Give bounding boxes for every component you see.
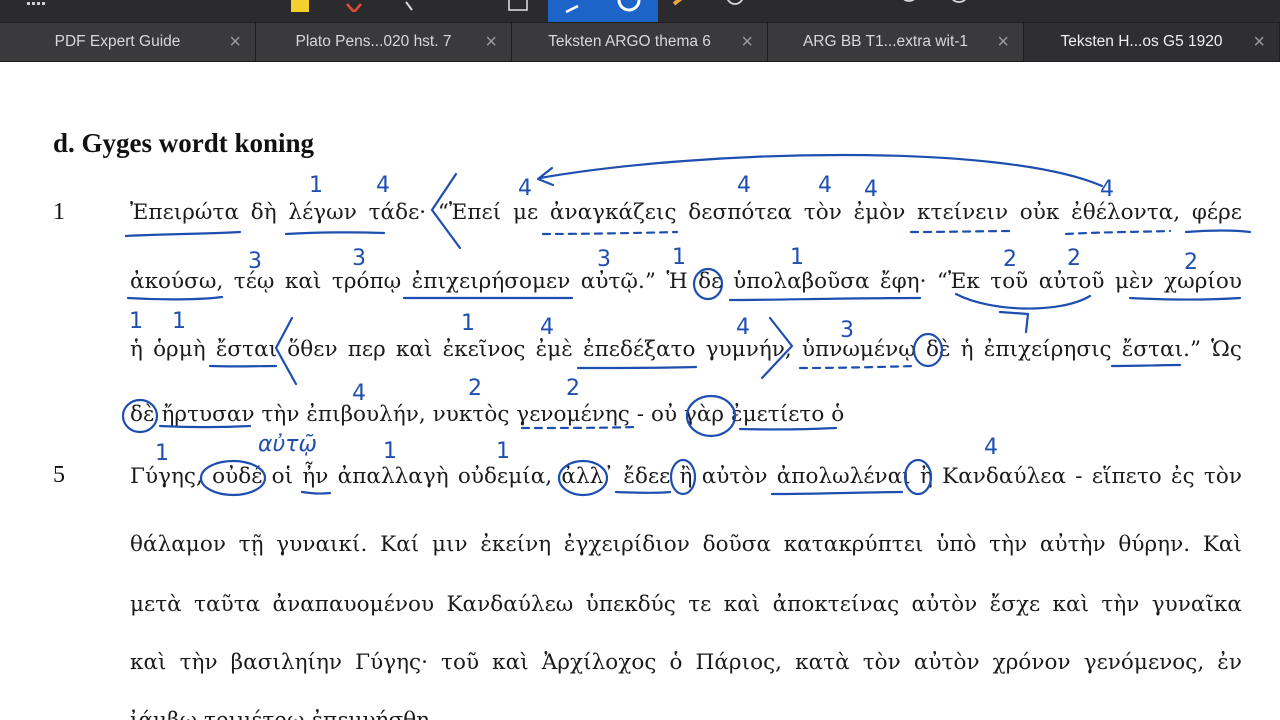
marker-icon[interactable] — [670, 0, 696, 16]
annotation-underline — [1128, 296, 1242, 301]
annotation-number: 4 — [376, 173, 390, 198]
annotation-number: 4 — [984, 435, 998, 460]
annotation-arrowhead — [536, 166, 555, 187]
close-icon[interactable]: × — [485, 23, 497, 61]
tab-label: PDF Expert Guide — [54, 33, 181, 50]
annotation-number: 4 — [518, 176, 532, 201]
note-icon[interactable] — [836, 0, 862, 16]
annotation-underline — [284, 231, 386, 236]
shape-icon[interactable] — [506, 0, 532, 16]
text-line: θάλαμον τῇ γυναικί. Καί μιν ἐκείνη ἐγχει… — [130, 532, 1242, 557]
close-icon[interactable]: × — [997, 23, 1009, 61]
pen-tool-icon[interactable] — [398, 0, 424, 16]
annotation-underline — [738, 426, 838, 431]
annotation-underline — [1064, 229, 1172, 236]
text-line: Γύγης, οὐδέ οἱ ἦν ἀπαλλαγὴ οὐδεμία, ἀλλ᾽… — [130, 464, 1242, 489]
close-icon[interactable]: × — [229, 23, 241, 61]
tab-arg-bb-t1[interactable]: ARG BB T1...extra wit-1 × — [768, 23, 1024, 61]
annotation-underline — [1110, 363, 1182, 368]
annotation-number: 1 — [383, 439, 397, 464]
highlight-icon[interactable] — [288, 0, 314, 16]
tab-teksten-argo-thema-6[interactable]: Teksten ARGO thema 6 × — [512, 23, 768, 61]
annotation-underline — [300, 490, 332, 495]
annotation-word: αὐτῷ — [258, 432, 317, 457]
text-line: ἡ ὁρμὴ ἔσται ὅθεν περ καὶ ἐκεῖνος ἐμὲ ἐπ… — [130, 337, 1242, 362]
annotation-underline — [770, 490, 904, 496]
annotation-arrow — [538, 153, 1104, 188]
signature-icon[interactable] — [896, 0, 922, 16]
annotation-number: 1 — [461, 311, 475, 336]
annotation-number: 1 — [496, 439, 510, 464]
annotation-number: 4 — [1100, 177, 1114, 202]
annotation-number: 1 — [309, 173, 323, 198]
annotation-underline — [126, 295, 224, 301]
line-number: 1 — [53, 199, 65, 225]
annotation-number: 4 — [864, 177, 878, 202]
annotation-number: 2 — [566, 376, 580, 401]
annotation-underline — [576, 365, 698, 370]
annotation-number: 1 — [155, 441, 169, 466]
annotation-underline — [541, 230, 679, 236]
annotation-number: 1 — [672, 245, 686, 270]
section-heading: d. Gyges wordt koning — [53, 128, 315, 158]
annotation-curve — [954, 292, 1092, 310]
text-line: μετὰ ταῦτα ἀναπαυομένου Κανδαύλεω ὑπεκδύ… — [130, 592, 1242, 617]
annotation-number: 2 — [1067, 246, 1081, 271]
annotation-number: 1 — [790, 245, 804, 270]
tab-label: Teksten ARGO thema 6 — [548, 33, 711, 50]
text-line: ἀκούσω, τέῳ καὶ τρόπῳ ἐπιχειρήσομεν αὐτῷ… — [130, 269, 1242, 294]
annotation-number: 3 — [352, 246, 366, 271]
text-line: δὲ ἤρτυσαν τὴν ἐπιβουλήν, νυκτὸς γενομέν… — [130, 402, 845, 427]
annotation-number: 1 — [172, 309, 186, 334]
line-number: 5 — [53, 462, 65, 488]
close-icon[interactable]: × — [1253, 23, 1265, 61]
handwritten-annotations: 1 4 4 4 4 4 4 3 3 3 1 1 2 2 2 1 1 1 4 4 … — [121, 153, 1252, 497]
circle-select-icon[interactable] — [600, 0, 658, 22]
more-icon[interactable] — [946, 0, 972, 16]
annotation-number: 4 — [737, 173, 751, 198]
annotation-underline — [520, 425, 638, 430]
annotation-underline — [909, 229, 1012, 234]
text-line: Ἐπειρώτα δὴ λέγων τάδε· “Ἐπεί με ἀναγκάζ… — [130, 200, 1242, 225]
stamp-icon[interactable] — [722, 0, 748, 16]
annotate-pen-icon[interactable] — [548, 0, 600, 22]
tab-label: Teksten H...os G5 1920 — [1060, 33, 1223, 50]
annotation-number: 2 — [468, 376, 482, 401]
tab-bar: PDF Expert Guide × Plato Pens...020 hst.… — [0, 22, 1280, 62]
pdf-page[interactable]: d. Gyges wordt koning 1 5 Ἐπειρώτα δὴ λέ… — [0, 62, 1280, 720]
tab-label: ARG BB T1...extra wit-1 — [802, 33, 969, 50]
tab-plato-pens[interactable]: Plato Pens...020 hst. 7 × — [256, 23, 512, 61]
annotation-number: 4 — [818, 173, 832, 198]
annotation-underline — [1184, 229, 1252, 234]
close-icon[interactable]: × — [741, 23, 753, 61]
annotation-underline — [124, 230, 242, 238]
tab-label: Plato Pens...020 hst. 7 — [295, 33, 452, 50]
text-markup-icon[interactable] — [342, 0, 368, 16]
tab-pdf-expert-guide[interactable]: PDF Expert Guide × — [0, 23, 256, 61]
tab-teksten-herodotos-g5[interactable]: Teksten H...os G5 1920 × — [1024, 23, 1280, 61]
annotation-tick — [998, 310, 1030, 334]
annotation-underline — [798, 364, 917, 370]
grid-icon[interactable] — [24, 0, 50, 16]
text-line: ἰάμβῳ τριμέτρῳ ἐπεμνήσθη. — [130, 708, 1242, 720]
annotation-toolbar — [0, 0, 1280, 22]
annotation-underline — [728, 296, 922, 302]
annotation-number: 1 — [129, 309, 143, 334]
annotation-underline — [614, 490, 672, 494]
text-line: καὶ τὴν βασιληίην Γύγης· τοῦ καὶ Ἀρχίλοχ… — [130, 650, 1242, 675]
